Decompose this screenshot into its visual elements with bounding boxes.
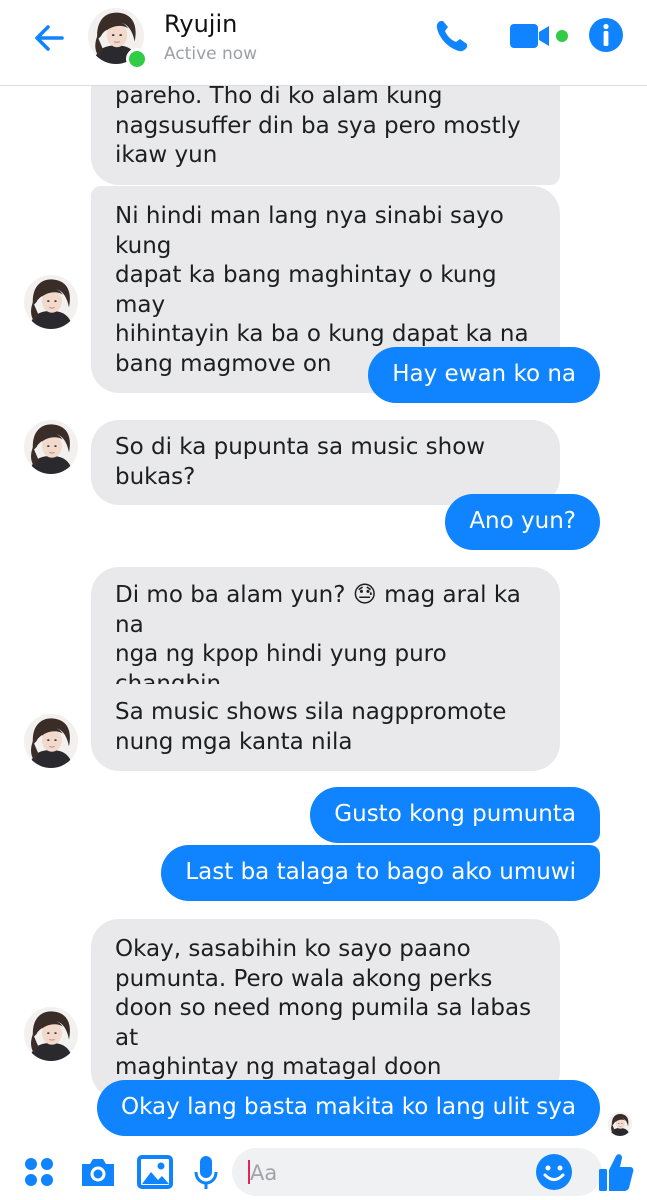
message-bubble-received[interactable]: So di ka pupunta sa music show bukas? [91,420,560,505]
message-bubble-sent[interactable]: Okay lang basta makita ko lang ulit sya [97,1080,600,1136]
message-composer [232,1148,602,1196]
voice-record-button[interactable] [192,1154,220,1196]
gallery-button[interactable] [136,1154,174,1194]
message-bubble-sent[interactable]: Last ba talaga to bago ako umuwi [161,845,600,901]
image-icon [137,1155,173,1189]
conversation-header: Ryujin Active now [0,0,647,86]
sender-avatar [24,420,78,474]
sad-emoji: 😓 [352,582,377,608]
microphone-icon [194,1156,218,1189]
contact-name[interactable]: Ryujin [164,10,237,38]
camera-button[interactable] [78,1154,118,1194]
camera-icon [82,1159,114,1186]
voice-call-button[interactable] [432,16,472,56]
composer-bar [0,1144,647,1200]
thumbs-up-icon [599,1154,634,1191]
message-text: Di mo ba alam yun? [115,582,353,608]
sender-avatar [24,275,78,329]
seen-avatar [608,1112,632,1136]
active-status: Active now [164,44,258,64]
message-list[interactable]: pareho. Tho di ko alam kung nagsusuffer … [0,86,647,1144]
message-bubble-received[interactable]: Okay, sasabihin ko sayo paano pumunta. P… [91,919,560,1099]
back-button[interactable] [28,18,72,58]
message-bubble-received[interactable]: pareho. Tho di ko alam kung nagsusuffer … [91,86,560,185]
video-camera-icon [510,24,568,48]
emoji-icon [536,1154,572,1190]
info-icon [589,18,623,52]
video-call-button[interactable] [508,20,570,52]
back-arrow-icon [35,25,64,51]
conversation-info-button[interactable] [586,15,626,55]
message-input[interactable] [248,1154,522,1192]
sender-avatar [24,1007,78,1061]
message-bubble-sent[interactable]: Gusto kong pumunta [310,787,600,843]
message-bubble-sent[interactable]: Ano yun? [445,494,600,550]
emoji-button[interactable] [534,1152,574,1196]
sender-avatar [24,714,78,768]
like-button[interactable] [596,1150,636,1198]
phone-icon [436,21,467,52]
contact-avatar[interactable] [88,8,148,70]
more-apps-button[interactable] [20,1154,58,1194]
message-bubble-sent[interactable]: Hay ewan ko na [368,347,600,403]
online-indicator [126,48,148,70]
message-bubble-received[interactable]: Sa music shows sila nagppromote nung mga… [91,684,560,771]
apps-grid-icon [25,1158,53,1186]
